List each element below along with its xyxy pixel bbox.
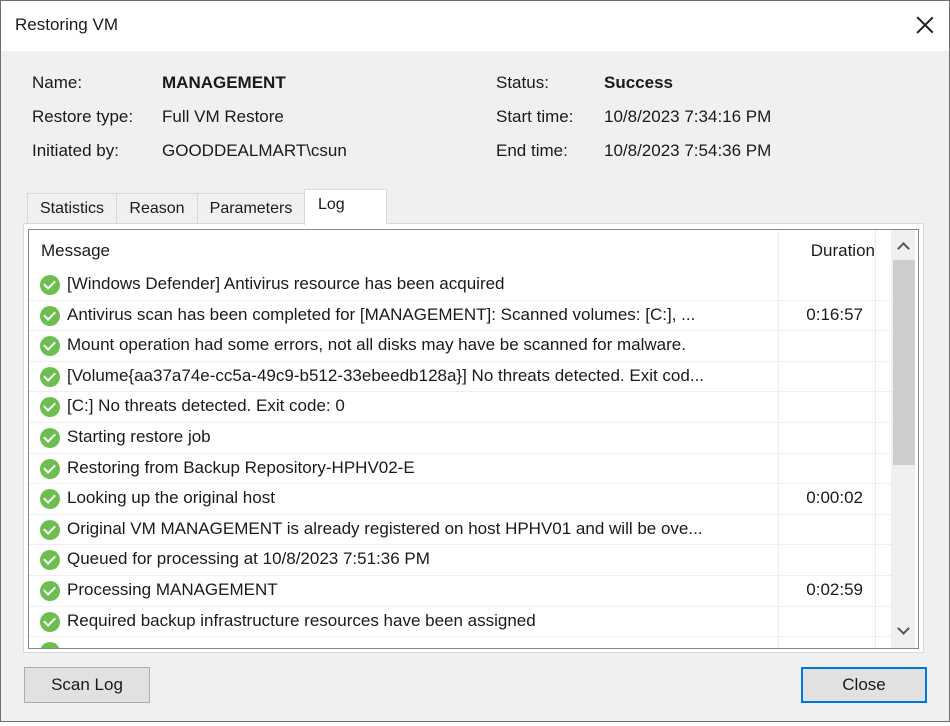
vertical-scrollbar[interactable]: [891, 230, 915, 648]
success-check-icon: [40, 305, 60, 326]
log-row[interactable]: [Windows Defender] Antivirus resource ha…: [29, 270, 891, 301]
success-check-icon: [40, 366, 60, 387]
success-check-icon: [40, 519, 60, 540]
log-duration: 0:02:59: [806, 579, 863, 599]
end-time-label: End time:: [496, 141, 568, 160]
log-list[interactable]: Message Duration [Windows Defender] Anti…: [28, 229, 919, 649]
log-message: Processing MANAGEMENT: [67, 579, 278, 599]
name-value: MANAGEMENT: [162, 73, 286, 92]
log-row[interactable]: Required backup infrastructure resources…: [29, 607, 891, 638]
log-row[interactable]: [Volume{aa37a74e-cc5a-49c9-b512-33ebeedb…: [29, 362, 891, 393]
log-message: [Volume{aa37a74e-cc5a-49c9-b512-33ebeedb…: [67, 365, 705, 385]
success-check-icon: [40, 427, 60, 448]
log-row[interactable]: Antivirus scan has been completed for [M…: [29, 301, 891, 332]
log-message: Starting restore job: [67, 426, 211, 446]
close-icon[interactable]: [911, 11, 939, 39]
initiated-by-value: GOODDEALMART\csun: [162, 141, 347, 160]
log-list-header: Message Duration: [29, 230, 889, 270]
start-time-label: Start time:: [496, 107, 574, 126]
log-message: Looking up the original host: [67, 488, 275, 508]
success-check-icon: [40, 458, 60, 479]
scroll-down-arrow-icon[interactable]: [891, 620, 915, 646]
status-value: Success: [604, 73, 673, 92]
log-row[interactable]: Original VM MANAGEMENT is already regist…: [29, 515, 891, 546]
log-row[interactable]: Restoring from Backup Repository-HPHV02-…: [29, 454, 891, 485]
window-title: Restoring VM: [15, 15, 118, 34]
log-row[interactable]: [C:] No threats detected. Exit code: 0: [29, 392, 891, 423]
scrollbar-thumb[interactable]: [893, 260, 915, 465]
close-button[interactable]: Close: [801, 667, 927, 703]
log-rows: [Windows Defender] Antivirus resource ha…: [29, 270, 891, 648]
restore-type-label: Restore type:: [32, 107, 134, 126]
log-row[interactable]: Processing MANAGEMENT 0:02:59: [29, 576, 891, 607]
log-message: Original VM MANAGEMENT is already regist…: [67, 518, 703, 538]
success-check-icon: [40, 336, 60, 357]
tab-log[interactable]: Log: [304, 189, 387, 225]
log-row[interactable]: Mount operation had some errors, not all…: [29, 331, 891, 362]
log-duration: 0:00:02: [806, 488, 863, 508]
column-header-message[interactable]: Message: [41, 241, 110, 261]
restore-type-value: Full VM Restore: [162, 107, 284, 126]
name-label: Name:: [32, 73, 83, 92]
end-time-value: 10/8/2023 7:54:36 PM: [604, 141, 772, 160]
log-row[interactable]: Looking up the original host 0:00:02: [29, 484, 891, 515]
initiated-by-label: Initiated by:: [32, 141, 119, 160]
restoring-vm-dialog: Restoring VM Name: MANAGEMENT Restore ty…: [0, 0, 950, 722]
success-check-icon: [40, 611, 60, 632]
scan-log-button[interactable]: Scan Log: [24, 667, 150, 703]
log-message: Required backup infrastructure resources…: [67, 610, 536, 630]
tab-reason[interactable]: Reason: [116, 193, 198, 223]
column-header-duration[interactable]: Duration: [779, 241, 875, 261]
log-message: Queued for processing at 10/8/2023 7:51:…: [67, 549, 430, 569]
success-check-icon: [40, 642, 60, 648]
success-check-icon: [40, 397, 60, 418]
status-label: Status:: [496, 73, 549, 92]
log-message: [C:] No threats detected. Exit code: 0: [67, 396, 345, 416]
success-check-icon: [40, 489, 60, 510]
log-message: Mount operation had some errors, not all…: [67, 335, 686, 355]
tab-parameters[interactable]: Parameters: [197, 193, 305, 223]
log-row-partial: [29, 637, 891, 648]
title-bar: Restoring VM: [1, 1, 949, 51]
log-row[interactable]: Starting restore job: [29, 423, 891, 454]
log-row[interactable]: Queued for processing at 10/8/2023 7:51:…: [29, 545, 891, 576]
log-message: Restoring from Backup Repository-HPHV02-…: [67, 457, 415, 477]
success-check-icon: [40, 580, 60, 601]
tab-statistics[interactable]: Statistics: [27, 193, 117, 223]
success-check-icon: [40, 275, 60, 295]
log-message: [Windows Defender] Antivirus resource ha…: [67, 274, 505, 293]
log-message: Antivirus scan has been completed for [M…: [67, 304, 696, 324]
scroll-up-arrow-icon[interactable]: [891, 234, 915, 260]
start-time-value: 10/8/2023 7:34:16 PM: [604, 107, 772, 126]
success-check-icon: [40, 550, 60, 571]
log-duration: 0:16:57: [806, 304, 863, 324]
